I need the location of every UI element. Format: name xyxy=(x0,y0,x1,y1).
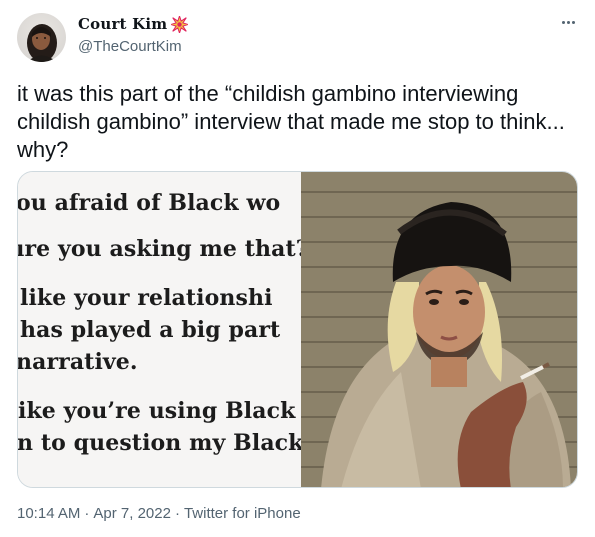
tweet-source[interactable]: Twitter for iPhone xyxy=(184,505,301,522)
quote-line: narrative. xyxy=(18,349,138,375)
author-handle[interactable]: @TheCourtKim xyxy=(78,38,182,55)
burst-icon xyxy=(169,13,190,35)
separator: · xyxy=(174,505,180,522)
tweet-meta: 10:14 AM · Apr 7, 2022 · Twitter for iPh… xyxy=(17,505,301,522)
quote-text-panel: ou afraid of Black wo ıre you asking me … xyxy=(18,172,301,487)
quote-line: n to question my Black xyxy=(18,430,301,456)
quote-line: has played a big part xyxy=(20,317,281,343)
tweet-date[interactable]: Apr 7, 2022 xyxy=(93,505,171,522)
quote-line: ıre you asking me that? xyxy=(18,236,301,262)
more-dots-icon[interactable] xyxy=(557,14,579,30)
quote-line: like your relationshi xyxy=(20,285,273,311)
tweet-card: Court Kim @TheCourtKim it was this part … xyxy=(0,0,595,537)
author-name-row: Court Kim xyxy=(78,13,190,35)
photo xyxy=(301,172,577,487)
tweet-text: it was this part of the “childish gambin… xyxy=(17,81,565,162)
avatar[interactable] xyxy=(17,13,66,62)
quote-line: ou afraid of Black wo xyxy=(18,190,281,216)
dot xyxy=(571,20,575,24)
tweet-time[interactable]: 10:14 AM xyxy=(17,505,80,522)
separator: · xyxy=(84,505,90,522)
tweet-media[interactable]: ou afraid of Black wo ıre you asking me … xyxy=(17,171,578,488)
quote-line: ike you’re using Black xyxy=(18,398,296,424)
dot xyxy=(566,20,570,24)
dot xyxy=(561,20,565,24)
author-display-name[interactable]: Court Kim xyxy=(78,15,167,33)
